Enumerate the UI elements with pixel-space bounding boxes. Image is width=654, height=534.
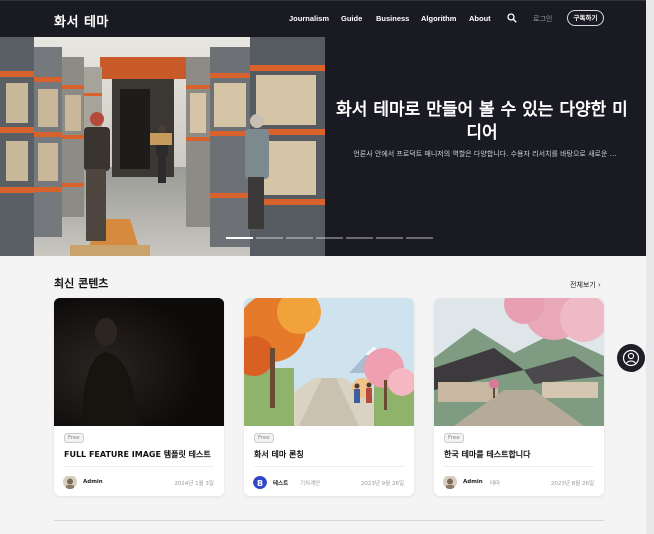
section-title: 최신 콘텐츠 [54, 277, 109, 290]
site-header: 화서 테마 Journalism Guide Business Algorith… [0, 0, 654, 37]
subscribe-button[interactable]: 구독하기 [567, 10, 604, 26]
nav-guide[interactable]: Guide [341, 14, 362, 23]
author-name[interactable]: Admin [463, 479, 483, 485]
card-image-korean-village[interactable] [434, 298, 604, 426]
slide-indicator-7[interactable] [406, 237, 433, 239]
content-card[interactable]: Free FULL FEATURE IMAGE 템플릿 테스트 Admin 20… [54, 298, 224, 496]
author-name[interactable]: Admin [83, 479, 103, 485]
hero-image-warehouse[interactable] [0, 37, 325, 256]
chevron-right-icon: › [598, 281, 601, 289]
login-link[interactable]: 로그인 [533, 14, 552, 24]
card-title[interactable]: FULL FEATURE IMAGE 템플릿 테스트 [64, 449, 211, 460]
user-circle-icon [622, 349, 640, 367]
hero-slider[interactable]: 화서 테마로 만들어 볼 수 있는 다양한 미디어 언론사 안에서 프로덕트 매… [0, 37, 654, 256]
card-title[interactable]: 한국 테마를 테스트합니다 [444, 449, 531, 460]
slide-indicator-6[interactable] [376, 237, 403, 239]
slide-indicator-4[interactable] [316, 237, 343, 239]
view-all-link[interactable]: 전체보기 › [570, 280, 601, 290]
card-title[interactable]: 화서 테마 론칭 [254, 449, 304, 460]
slide-indicator-3[interactable] [286, 237, 313, 239]
card-image-portrait[interactable] [54, 298, 224, 426]
publish-date: 2024년 1월 3일 [174, 481, 214, 487]
card-divider [254, 466, 404, 467]
author-avatar: B [253, 475, 267, 489]
slide-indicator-5[interactable] [346, 237, 373, 239]
nav-business[interactable]: Business [376, 14, 409, 23]
category-label[interactable]: 기치계안 [300, 479, 320, 487]
slide-indicator-1[interactable] [226, 237, 253, 239]
hero-title[interactable]: 화서 테마로 만들어 볼 수 있는 다양한 미디어 [336, 99, 628, 145]
nav-algorithm[interactable]: Algorithm [421, 14, 456, 23]
nav-journalism[interactable]: Journalism [289, 14, 329, 23]
site-logo[interactable]: 화서 테마 [54, 11, 109, 30]
hero-subtitle: 언론사 안에서 프로덕트 매니저의 역할은 다양합니다. 수용자 리서치를 바탕… [353, 150, 617, 158]
access-badge: Free [444, 433, 464, 443]
access-badge: Free [64, 433, 84, 443]
publish-date: 2023년 8월 26일 [550, 481, 594, 487]
author-name[interactable]: 테스트 [273, 479, 288, 487]
account-button[interactable] [617, 344, 645, 372]
author-avatar [63, 475, 77, 489]
author-avatar [443, 475, 457, 489]
nav-about[interactable]: About [469, 14, 491, 23]
access-badge: Free [254, 433, 274, 443]
svg-text:B: B [257, 479, 263, 488]
view-all-label: 전체보기 [570, 281, 596, 289]
publish-date: 2023년 9월 26일 [360, 481, 404, 487]
card-image-autumn-street[interactable] [244, 298, 414, 426]
section-divider [54, 520, 604, 521]
card-divider [444, 466, 594, 467]
search-icon[interactable] [507, 13, 517, 23]
card-divider [64, 466, 214, 467]
content-card[interactable]: Free 화서 테마 론칭 B 테스트 기치계안 2023년 9월 26일 [244, 298, 414, 496]
category-label[interactable]: 테마 [490, 479, 500, 487]
slide-indicator-2[interactable] [256, 237, 283, 239]
content-card[interactable]: Free 한국 테마를 테스트합니다 Admin 테마 2023년 8월 26일 [434, 298, 604, 496]
scrollbar-track[interactable] [646, 0, 654, 534]
